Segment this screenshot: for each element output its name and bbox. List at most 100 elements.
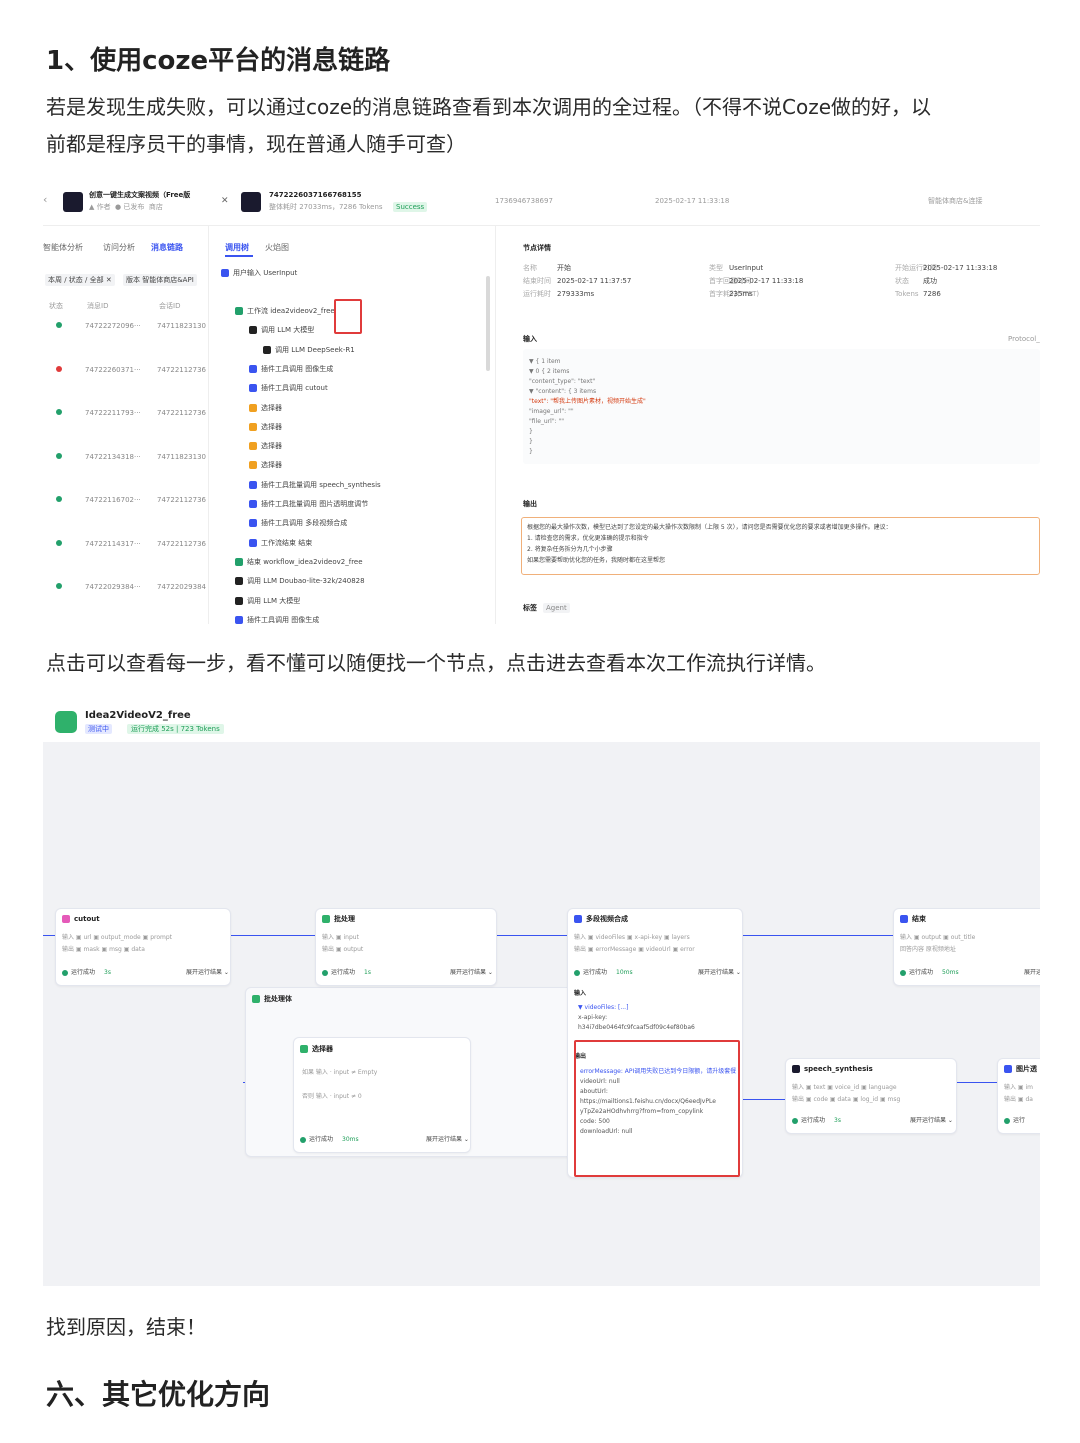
- message-id: 7472226037166768155: [269, 191, 362, 199]
- cutout-icon: [62, 915, 70, 923]
- end-success-icon: [900, 970, 906, 976]
- speech-outputs: 输出 ▣ code ▣ data ▣ log_id ▣ msg: [792, 1096, 901, 1103]
- tree-node[interactable]: 插件工具调用 图像生成: [261, 364, 333, 374]
- tab-agent-analysis[interactable]: 智能体分析: [43, 243, 83, 253]
- back-icon[interactable]: ‹: [43, 194, 47, 205]
- bot-avatar: [63, 192, 83, 212]
- row-status-icon: [56, 583, 62, 589]
- node-selector[interactable]: 选择器 如果 输入 · input ≠ Empty 否则 输入 · input …: [293, 1037, 471, 1153]
- row-message-id[interactable]: 74722114317···: [85, 539, 141, 549]
- close-icon[interactable]: ✕: [221, 196, 229, 206]
- node-image-transparency[interactable]: 图片透 输入 ▣ im 输出 ▣ da 运行: [997, 1058, 1040, 1134]
- row-conversation-id[interactable]: 74722112736: [157, 495, 206, 505]
- detail-meta-label: 状态: [895, 277, 909, 285]
- node-speech-synthesis[interactable]: speech_synthesis 输入 ▣ text ▣ voice_id ▣ …: [785, 1058, 957, 1134]
- tree-node-icon: [249, 461, 257, 470]
- filter-chip-2[interactable]: 版本 智能体商店&API: [123, 274, 197, 286]
- tab-access-analysis[interactable]: 访问分析: [103, 243, 135, 253]
- selector-status: 运行成功: [309, 1136, 334, 1143]
- tree-node[interactable]: 选择器: [261, 422, 282, 432]
- tree-node[interactable]: 用户输入 UserInput: [233, 268, 297, 278]
- row-conversation-id[interactable]: 74722112736: [157, 365, 206, 375]
- end-time: 50ms: [942, 969, 959, 976]
- detail-meta-value: 成功: [923, 277, 937, 285]
- tab-call-tree[interactable]: 调用树: [225, 243, 249, 253]
- output-line: 如果您需要帮助优化您的任务，我随时都在这里帮您: [527, 557, 666, 564]
- tree-node[interactable]: 工作流 idea2videov2_free: [247, 306, 335, 316]
- row-conversation-id[interactable]: 74711823130: [157, 452, 206, 462]
- row-status-icon: [56, 452, 62, 459]
- col-conversation-id[interactable]: 会话ID: [159, 301, 180, 311]
- filter-chip-1[interactable]: 本周 / 状态 / 全部 ✕: [45, 274, 115, 286]
- tree-node-icon: [249, 384, 257, 393]
- row-message-id[interactable]: 74722134318···: [85, 452, 141, 462]
- tree-node[interactable]: 插件工具调用 多段视频合成: [261, 518, 347, 528]
- selector-expand[interactable]: 展开运行结果 ⌄: [426, 1135, 469, 1145]
- row-message-id[interactable]: 74722260371···: [85, 365, 141, 375]
- row-status-icon: [56, 409, 62, 415]
- tab-message-trace[interactable]: 消息链路: [151, 243, 183, 253]
- tree-node-icon: [249, 364, 257, 373]
- row-conversation-id[interactable]: 74722112736: [157, 408, 206, 418]
- end-status: 运行成功: [909, 969, 934, 976]
- edge-cutout-batch: [231, 935, 315, 936]
- tree-node-icon: [235, 307, 243, 315]
- node-end[interactable]: 结束 输入 ▣ output ▣ out_title 回答内容 原视频地址 运行…: [893, 908, 1040, 986]
- speech-title: speech_synthesis: [804, 1065, 873, 1073]
- row-message-id[interactable]: 74722029384···: [85, 582, 141, 592]
- cutout-expand[interactable]: 展开运行结果 ⌄: [186, 968, 229, 978]
- tree-node[interactable]: 选择器: [261, 441, 282, 451]
- row-message-id[interactable]: 74722116702···: [85, 495, 141, 505]
- output-label: 输出: [523, 500, 537, 508]
- node-batch[interactable]: 批处理 输入 ▣ input 输出 ▣ output 运行成功 1s 展开运行结…: [315, 908, 497, 986]
- tree-node-icon: [235, 596, 243, 605]
- node-cutout[interactable]: cutout 输入 ▣ url ▣ output_mode ▣ prompt 输…: [55, 908, 231, 986]
- input-json-line: "content_type": "text": [529, 378, 596, 385]
- batch-expand[interactable]: 展开运行结果 ⌄: [450, 968, 493, 978]
- tree-scrollbar[interactable]: [486, 276, 490, 371]
- merge-status: 运行成功: [583, 969, 608, 976]
- merge-expand[interactable]: 展开运行结果 ⌄: [698, 968, 741, 978]
- header-divider: [43, 225, 1040, 226]
- tags-value: Agent: [543, 603, 570, 613]
- row-conversation-id[interactable]: 74722112736: [157, 539, 206, 549]
- workflow-icon: [55, 711, 77, 733]
- loop-title: 批处理体: [264, 995, 292, 1003]
- image-success-icon: [1004, 1118, 1010, 1124]
- batch-title: 批处理: [334, 915, 355, 923]
- selector-row-if: 如果 输入 · input ≠ Empty: [302, 1069, 378, 1076]
- image-outputs: 输出 ▣ da: [1004, 1096, 1033, 1103]
- tree-node[interactable]: 工作流结束 结束: [261, 538, 312, 548]
- tree-node[interactable]: 插件工具调用 cutout: [261, 383, 328, 393]
- bot-meta: ▲ 作者 ● 已发布 商店: [89, 203, 163, 211]
- tree-node[interactable]: 插件工具调用 图像生成: [247, 615, 319, 624]
- tab-flame-graph[interactable]: 火焰图: [265, 243, 289, 253]
- end-title: 结束: [912, 915, 926, 923]
- row-message-id[interactable]: 74722272096···: [85, 321, 141, 331]
- highlight-box-output: [574, 1040, 740, 1177]
- tree-node[interactable]: 调用 LLM 大模型: [261, 325, 314, 335]
- merge-time: 10ms: [616, 969, 633, 976]
- tree-node[interactable]: 调用 LLM DeepSeek-R1: [275, 345, 355, 355]
- tree-node[interactable]: 插件工具批量调用 图片透明度调节: [261, 499, 368, 509]
- tree-node-icon: [249, 480, 257, 489]
- end-expand[interactable]: 展开运行结果 ⌄: [1024, 968, 1040, 978]
- row-message-id[interactable]: 74722211793···: [85, 408, 141, 418]
- tree-node[interactable]: 插件工具批量调用 speech_synthesis: [261, 480, 381, 490]
- row-status-icon: [56, 496, 62, 502]
- row-status-icon: [56, 539, 62, 546]
- tree-node[interactable]: 调用 LLM Doubao-lite-32k/240828: [247, 576, 365, 586]
- workflow-header: [43, 704, 1040, 742]
- tree-node[interactable]: 选择器: [261, 403, 282, 413]
- row-conversation-id[interactable]: 74711823130: [157, 321, 206, 331]
- merge-input-line: ▼ videoFiles: [...]: [578, 1004, 629, 1011]
- col-status[interactable]: 状态: [49, 301, 63, 311]
- speech-expand[interactable]: 展开运行结果 ⌄: [910, 1116, 953, 1126]
- row-conversation-id[interactable]: 74722029384: [157, 582, 206, 592]
- tree-node[interactable]: 选择器: [261, 460, 282, 470]
- tree-node[interactable]: 调用 LLM 大模型: [247, 596, 300, 606]
- input-label: 输入: [523, 335, 537, 343]
- col-message-id[interactable]: 消息ID: [87, 301, 108, 311]
- input-json-line: }: [529, 428, 533, 435]
- tree-node[interactable]: 结束 workflow_idea2videov2_free: [247, 557, 363, 567]
